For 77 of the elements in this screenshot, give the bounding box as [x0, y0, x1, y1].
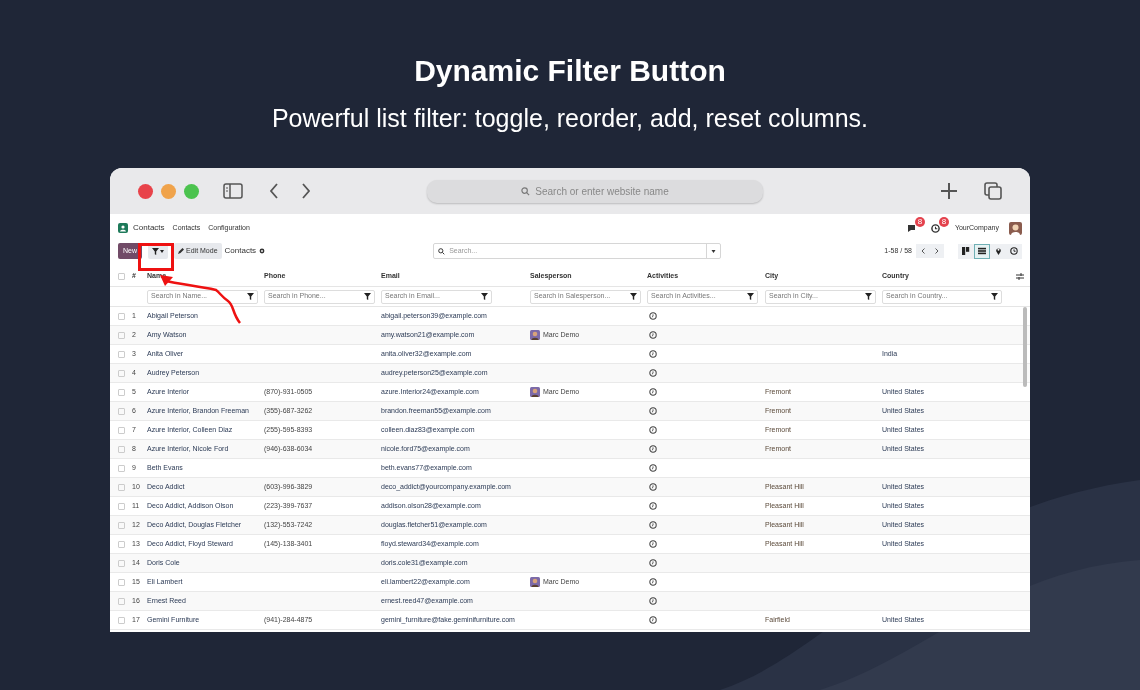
- clock-icon[interactable]: [649, 521, 657, 529]
- view-switch-button[interactable]: [974, 243, 990, 259]
- chevron-right-icon: [935, 248, 939, 254]
- clock-icon[interactable]: [649, 350, 657, 358]
- page-title: Dynamic Filter Button: [414, 53, 726, 89]
- row-checkbox[interactable]: [118, 388, 125, 396]
- clock-icon[interactable]: [649, 483, 657, 491]
- row-checkbox[interactable]: [118, 369, 125, 377]
- row-checkbox[interactable]: [118, 616, 125, 624]
- map-pin-icon: [994, 247, 1002, 255]
- clock-icon[interactable]: [649, 426, 657, 434]
- clock-icon[interactable]: [649, 312, 657, 320]
- user-avatar[interactable]: [1009, 221, 1022, 235]
- clock-icon[interactable]: [649, 597, 657, 605]
- app-icon[interactable]: [118, 223, 128, 233]
- address-placeholder: Search or enter website name: [535, 184, 669, 199]
- count-badge: 8: [938, 217, 949, 227]
- chat-icon[interactable]: [906, 224, 917, 233]
- sidebar-icon[interactable]: [223, 183, 243, 199]
- clock-icon[interactable]: [649, 331, 657, 339]
- filter-icon: [481, 293, 488, 300]
- row-checkbox[interactable]: [118, 350, 125, 358]
- row-checkbox[interactable]: [118, 521, 125, 529]
- row-checkbox[interactable]: [118, 445, 125, 453]
- filter-icon: [630, 293, 637, 300]
- row-checkbox[interactable]: [118, 312, 125, 320]
- filter-icon: [364, 293, 371, 300]
- forward-icon[interactable]: [301, 183, 311, 199]
- back-icon[interactable]: [269, 183, 279, 199]
- row-checkbox[interactable]: [118, 502, 125, 510]
- row-checkbox[interactable]: [118, 540, 125, 548]
- row-checkbox[interactable]: [118, 407, 125, 415]
- clock-icon[interactable]: [649, 445, 657, 453]
- highlight-frame: [138, 243, 174, 271]
- app-name[interactable]: Contacts: [133, 222, 165, 234]
- column-settings-icon[interactable]: [1016, 273, 1024, 280]
- clock-icon[interactable]: [649, 464, 657, 472]
- page-subtitle: Powerful list filter: toggle, reorder, add, reset columns.: [271, 103, 869, 134]
- gear-icon[interactable]: [259, 248, 266, 254]
- clock-icon[interactable]: [649, 578, 657, 586]
- avatar-icon: [530, 577, 540, 587]
- caret-icon: [711, 249, 717, 253]
- row-checkbox[interactable]: [118, 464, 125, 472]
- row-checkbox[interactable]: [118, 426, 125, 434]
- row-checkbox[interactable]: [118, 578, 125, 586]
- count-badge: 8: [914, 217, 925, 227]
- scrollbar[interactable]: [1023, 307, 1027, 387]
- avatar-icon: [530, 387, 540, 397]
- tabs-icon[interactable]: [984, 182, 1002, 200]
- search-icon: [521, 186, 531, 196]
- filter-icon: [247, 293, 254, 300]
- pencil-icon: [178, 248, 184, 254]
- clock-icon[interactable]: [649, 369, 657, 377]
- clock-icon[interactable]: [649, 407, 657, 415]
- row-checkbox[interactable]: [118, 483, 125, 491]
- list-icon: [978, 247, 986, 255]
- row-checkbox[interactable]: [118, 597, 125, 605]
- breadcrumb: Contacts: [224, 245, 257, 257]
- clock-icon[interactable]: [649, 540, 657, 548]
- caret-icon: [160, 249, 164, 253]
- kanban-icon: [962, 247, 970, 255]
- clock-icon: [1010, 247, 1018, 255]
- chevron-left-icon: [921, 248, 925, 254]
- select-all-checkbox[interactable]: [118, 273, 125, 280]
- clock-icon[interactable]: [649, 388, 657, 396]
- row-checkbox[interactable]: [118, 331, 125, 339]
- clock-icon[interactable]: [649, 502, 657, 510]
- avatar-icon: [530, 330, 540, 340]
- filter-icon: [991, 293, 998, 300]
- search-icon: [438, 247, 446, 255]
- clock-icon[interactable]: [649, 616, 657, 624]
- plus-icon[interactable]: [940, 182, 958, 200]
- filter-icon: [747, 293, 754, 300]
- clock-icon[interactable]: [930, 224, 940, 233]
- row-checkbox[interactable]: [118, 559, 125, 567]
- clock-icon[interactable]: [649, 559, 657, 567]
- filter-icon: [865, 293, 872, 300]
